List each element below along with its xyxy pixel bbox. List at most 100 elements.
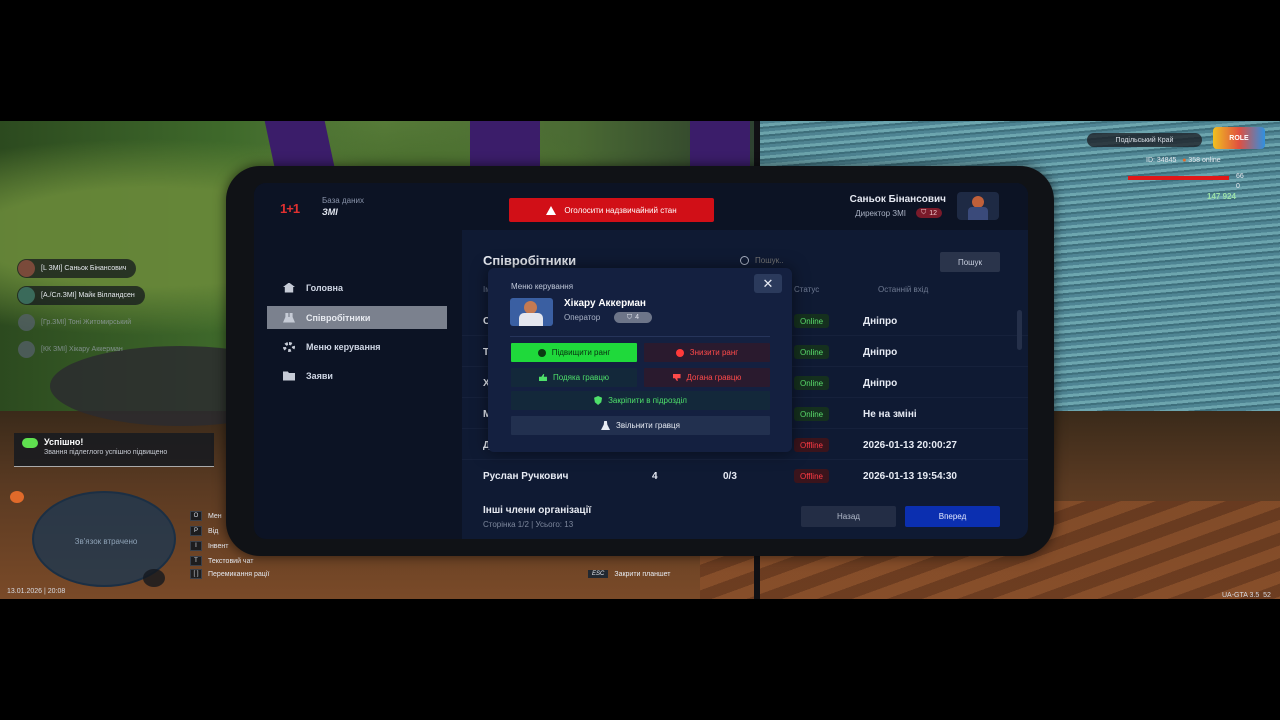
online-count: 358 online (1188, 157, 1221, 164)
control-menu-modal: Меню керування ✕ Хікару Аккерман Операто… (488, 268, 792, 452)
fire-button[interactable]: Звільнити гравця (511, 416, 770, 435)
nav-label: Співробітники (306, 312, 371, 323)
column-header-status: Статус (794, 285, 820, 294)
key-cap: I (190, 541, 202, 551)
rank-badge: ⛉ 12 (915, 208, 942, 218)
purple-beam (690, 121, 750, 171)
status-badge: Online (794, 376, 830, 390)
online-icon: ● (1182, 157, 1187, 164)
keybind-hint: O Мен (190, 511, 222, 521)
promote-button[interactable]: Підвищити ранг (511, 343, 637, 362)
status-badge: Offline (794, 469, 829, 483)
reprimand-button[interactable]: Догана гравцю (644, 368, 770, 387)
next-button[interactable]: Вперед (905, 506, 1000, 527)
microphone-icon (143, 569, 165, 587)
member-role: Оператор (564, 313, 601, 322)
promote-label: Підвищити ранг (551, 348, 611, 357)
member-rank-badge: ⛉ 4 (614, 312, 652, 323)
assign-unit-button[interactable]: Закріпити в підрозділ (511, 391, 770, 410)
key-label: Від (208, 527, 219, 535)
status-badge: Online (794, 407, 830, 421)
emergency-label: Оголосити надзвичайний стан (564, 205, 677, 215)
arrow-up-icon (537, 348, 546, 357)
version-text: UA-GTA 3.5 (1222, 592, 1260, 599)
status-badge: Online (794, 345, 830, 359)
channel-logo: 1+1 (280, 201, 300, 216)
keybind-hint: I Інвент (190, 541, 228, 551)
row-last-login: Не на зміні (863, 409, 917, 420)
pagination-info: Сторінка 1/2 | Усього: 13 (483, 520, 574, 529)
status-badge: Offline (794, 438, 829, 452)
table-row[interactable]: Руслан Ручкович 4 0/3 Offline 2026-01-13… (462, 461, 1028, 491)
back-button[interactable]: Назад (801, 506, 896, 527)
divider (510, 336, 770, 337)
others-title: Інші члени організації (483, 505, 592, 516)
player-avatar (18, 314, 35, 331)
fire-label: Звільнити гравця (616, 421, 680, 430)
user-role: Директор ЗМІ (855, 209, 906, 218)
database-label: База даних (322, 196, 364, 205)
player-chip: [КК ЗМІ] Хікару Аккерман (17, 340, 133, 359)
row-last-login: Дніпро (863, 316, 898, 327)
thanks-label: Подяка гравцю (552, 373, 610, 382)
search-input[interactable] (755, 255, 915, 265)
close-icon[interactable]: ✕ (754, 274, 782, 293)
avatar (957, 192, 999, 220)
search-button[interactable]: Пошук (940, 252, 1000, 272)
money-value: 147 924 (1207, 192, 1236, 201)
nav-label: Меню керування (306, 341, 381, 352)
player-chip: [L ЗМІ] Саньок Бінансович (17, 259, 137, 278)
user-name: Саньок Бінансович (849, 194, 946, 205)
success-icon (22, 438, 38, 448)
key-label: Перемикання рації (208, 570, 270, 578)
game-version: UA-GTA 3.5 52 (1222, 592, 1271, 599)
nav-applications[interactable]: Заяви (267, 364, 447, 387)
toast-message: Звання підлеглого успішно підвищено (44, 449, 168, 456)
key-cap: [ ] (190, 569, 202, 579)
key-cap: T (190, 556, 202, 566)
thanks-button[interactable]: Подяка гравцю (511, 368, 637, 387)
thumbs-up-icon (538, 374, 547, 381)
version-tail: 52 (1263, 592, 1271, 599)
player-id: ID: 34845 (1146, 157, 1177, 164)
region-label: Подільський Край (1087, 133, 1202, 147)
player-chip: [А./Сл.ЗМІ] Майк Вілландсен (17, 286, 145, 305)
search-box (740, 251, 930, 269)
users-icon (283, 312, 295, 323)
thumbs-down-icon (672, 374, 681, 381)
search-icon (740, 255, 749, 265)
notification-icon (10, 491, 24, 503)
player-id-line: ID: 34845 ● 358 online (1146, 157, 1221, 164)
user-remove-icon (601, 421, 611, 430)
success-toast: Успішно! Звання підлеглого успішно підви… (14, 433, 214, 467)
avatar-body (968, 207, 988, 220)
radar-status: Зв'язок втрачено (74, 537, 138, 546)
arrow-down-icon (675, 348, 684, 357)
scrollbar[interactable] (1017, 310, 1022, 350)
purple-beam (470, 121, 540, 171)
shield-plus-icon (594, 396, 603, 405)
row-last-login: Дніпро (863, 378, 898, 389)
player-name: [А./Сл.ЗМІ] Майк Вілландсен (41, 292, 135, 299)
game-logo: ROLE (1213, 127, 1265, 149)
member-name: Хікару Аккерман (564, 298, 646, 309)
key-label: Мен (208, 512, 222, 520)
nav-control-menu[interactable]: Меню керування (267, 335, 447, 358)
nav-employees[interactable]: Співробітники (267, 306, 447, 329)
modal-title: Меню керування (511, 282, 574, 291)
rank-value: 12 (929, 209, 937, 217)
row-last-login: Дніпро (863, 347, 898, 358)
keybind-hint: [ ] Перемикання рації (190, 569, 269, 579)
key-label: Інвент (208, 542, 229, 550)
player-chip: [Гр.ЗМІ] Тоні Житомирський (17, 313, 141, 332)
keybind-hint: P Від (190, 526, 218, 536)
emergency-button[interactable]: Оголосити надзвичайний стан (509, 198, 714, 222)
demote-button[interactable]: Знизити ранг (644, 343, 770, 362)
avatar-body (519, 313, 543, 326)
sidebar: Головна Співробітники Меню керування Зая… (254, 183, 462, 539)
health-bar (1128, 176, 1229, 180)
nav-home[interactable]: Головна (267, 276, 447, 299)
assign-label: Закріпити в підрозділ (608, 396, 687, 405)
row-rank: 4 (652, 471, 658, 482)
row-last-login: 2026-01-13 20:00:27 (863, 440, 957, 451)
